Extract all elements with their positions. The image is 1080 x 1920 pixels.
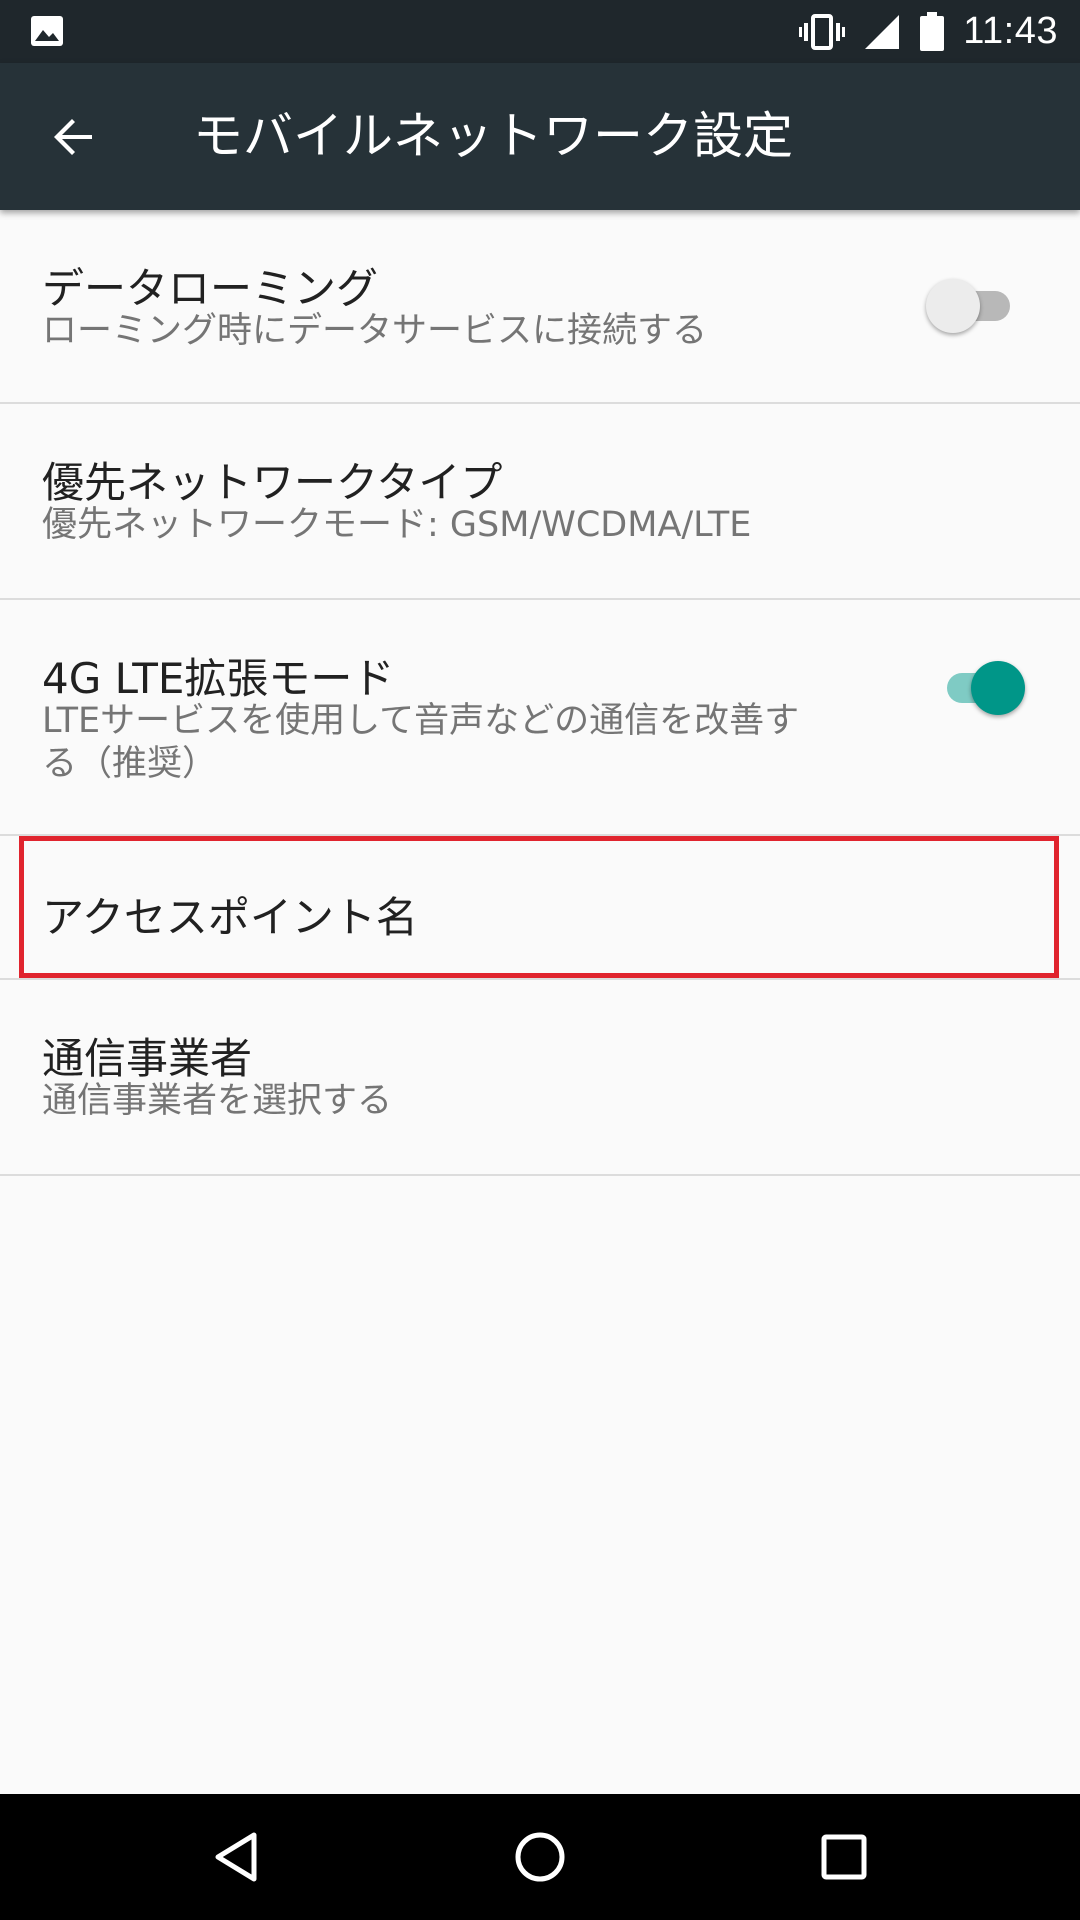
settings-list: データローミング ローミング時にデータサービスに接続する 優先ネットワークタイプ…: [0, 210, 1080, 1176]
pref-title: アクセスポイント名: [42, 893, 418, 942]
signal-icon: [865, 14, 900, 49]
nav-recents-button[interactable]: [804, 1817, 884, 1897]
nav-home-button[interactable]: [500, 1817, 580, 1897]
pref-data-roaming[interactable]: データローミング ローミング時にデータサービスに接続する: [0, 210, 1080, 404]
pref-4g-lte-enhanced-mode[interactable]: 4G LTE拡張モード LTEサービスを使用して音声などの通信を改善す る（推奨…: [0, 600, 1080, 836]
page-title: モバイルネットワーク設定: [193, 107, 793, 165]
pref-carrier[interactable]: 通信事業者 通信事業者を選択する: [0, 980, 1080, 1176]
navigation-bar: [0, 1794, 1080, 1920]
pref-summary: ローミング時にデータサービスに接続する: [42, 311, 708, 351]
back-triangle-icon: [215, 1832, 257, 1882]
pref-title: データローミング: [42, 264, 379, 313]
status-icons: 11:43: [799, 0, 1058, 63]
pref-summary: 優先ネットワークモード: GSM/WCDMA/LTE: [42, 505, 752, 545]
pref-title: 通信事業者: [42, 1034, 253, 1083]
switch-thumb: [971, 661, 1025, 715]
pref-access-point-names[interactable]: アクセスポイント名: [0, 836, 1080, 980]
arrow-back-icon: [54, 119, 92, 155]
pref-title: 4G LTE拡張モード: [42, 654, 395, 703]
battery-icon: [920, 11, 945, 51]
switch-thumb: [926, 279, 980, 333]
app-toolbar: モバイルネットワーク設定: [0, 63, 1080, 210]
recents-square-icon: [821, 1834, 867, 1880]
pref-title: 優先ネットワークタイプ: [42, 458, 503, 507]
vibrate-icon: [799, 13, 846, 50]
nav-back-button[interactable]: [196, 1817, 276, 1897]
pref-summary: 通信事業者を選択する: [42, 1081, 393, 1121]
status-time: 11:43: [963, 10, 1058, 52]
lte-enhanced-mode-switch[interactable]: [935, 658, 1025, 718]
back-button[interactable]: [38, 101, 110, 173]
image-notification-icon: [31, 16, 63, 46]
pref-summary-line1: LTEサービスを使用して音声などの通信を改善す: [42, 701, 800, 741]
status-bar: 11:43: [0, 0, 1080, 63]
data-roaming-switch[interactable]: [926, 276, 1016, 336]
pref-summary-line2: る（推奨）: [42, 744, 218, 784]
pref-preferred-network-type[interactable]: 優先ネットワークタイプ 優先ネットワークモード: GSM/WCDMA/LTE: [0, 404, 1080, 600]
home-circle-icon: [515, 1832, 565, 1882]
